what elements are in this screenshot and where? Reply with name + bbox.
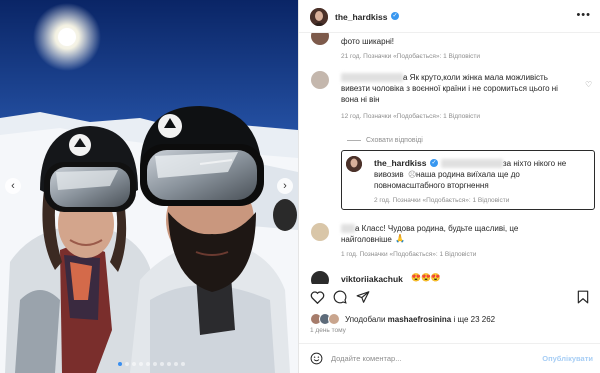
carousel-dot bbox=[118, 362, 122, 366]
comment-meta: 1 год. Позначки «Подобається»: 1 Відпові… bbox=[341, 251, 477, 258]
hide-replies-button[interactable]: Сховати відповіді bbox=[347, 137, 423, 144]
comment-text: фото шикарні! bbox=[341, 37, 394, 46]
comment-meta: 12 год. Позначки «Подобається»: 1 Відпов… bbox=[341, 113, 480, 120]
comments-list: фото шикарні! 21 год. Позначки «Подобаєт… bbox=[299, 33, 600, 284]
comment-input[interactable]: Додайте коментар... bbox=[331, 354, 401, 363]
avatar[interactable] bbox=[311, 71, 329, 89]
heart-icon[interactable]: ♡ bbox=[585, 80, 592, 89]
carousel-dot bbox=[167, 362, 171, 366]
post-timestamp: 1 день тому bbox=[310, 327, 346, 334]
avatar[interactable] bbox=[346, 156, 362, 172]
reply-meta: 2 год. Позначки «Подобається»: 1 Відпові… bbox=[374, 197, 510, 204]
hide-replies-label: Сховати відповіді bbox=[366, 137, 423, 144]
avatar-image bbox=[310, 8, 328, 26]
comment-text: вона ні він bbox=[341, 95, 380, 104]
carousel-prev-button[interactable]: ‹ bbox=[5, 178, 21, 194]
emoji-picker-icon[interactable] bbox=[310, 352, 323, 365]
carousel-dot bbox=[132, 362, 136, 366]
reply-text: вивозив bbox=[374, 170, 404, 179]
publish-button[interactable]: Опублікувати bbox=[542, 354, 593, 363]
likes-summary[interactable]: Уподобали mashaefrosinina і ще 23 262 bbox=[299, 312, 600, 326]
comment-text: вивезти чоловіка з воєнної країни і не с… bbox=[341, 84, 558, 93]
avatar-image bbox=[346, 156, 362, 172]
add-comment-bar: Додайте коментар... Опублікувати bbox=[299, 343, 600, 373]
avatar[interactable] bbox=[311, 271, 329, 284]
selfie-photo bbox=[0, 0, 298, 373]
avatar[interactable] bbox=[311, 33, 329, 45]
reply-text: наша родина виїхала ще до bbox=[416, 170, 520, 179]
carousel-dot bbox=[160, 362, 164, 366]
praying-hands-icon: 🙏 bbox=[395, 234, 405, 243]
heart-eyes-emoji-icon: 😍😍😍 bbox=[411, 273, 441, 282]
blurred-username bbox=[341, 224, 355, 233]
post-username[interactable]: the_hardkiss bbox=[335, 12, 387, 22]
carousel-indicator bbox=[118, 362, 185, 366]
comment-text: а Як круто,коли жінка мала можливість bbox=[403, 73, 548, 82]
comment-icon[interactable] bbox=[333, 290, 347, 304]
more-options-icon[interactable]: ••• bbox=[576, 9, 591, 21]
likes-user[interactable]: mashaefrosinina bbox=[388, 315, 452, 324]
post-sidebar: the_hardkiss ✓ ••• фото шикарні! 21 год.… bbox=[298, 0, 600, 373]
carousel-dot bbox=[181, 362, 185, 366]
carousel-dot bbox=[174, 362, 178, 366]
post-photo[interactable]: ‹ › bbox=[0, 0, 298, 373]
verified-badge-icon: ✓ bbox=[430, 159, 438, 167]
reply-username[interactable]: the_hardkiss bbox=[374, 158, 426, 168]
like-heart-icon[interactable] bbox=[310, 290, 325, 304]
post-actions bbox=[299, 284, 600, 312]
chevron-right-icon: › bbox=[283, 180, 287, 192]
carousel-next-button[interactable]: › bbox=[277, 178, 293, 194]
post-header: the_hardkiss ✓ ••• bbox=[299, 0, 600, 33]
carousel-dot bbox=[139, 362, 143, 366]
likes-suffix: і ще 23 262 bbox=[451, 315, 496, 324]
carousel-dot bbox=[146, 362, 150, 366]
blurred-mention bbox=[441, 159, 503, 168]
carousel-dot bbox=[153, 362, 157, 366]
blurred-username bbox=[341, 73, 403, 82]
chevron-left-icon: ‹ bbox=[11, 180, 15, 192]
save-bookmark-icon[interactable] bbox=[577, 290, 589, 304]
avatar bbox=[328, 313, 340, 325]
reply-text: повномасштабного вторгнення bbox=[374, 181, 489, 190]
avatar[interactable] bbox=[311, 223, 329, 241]
verified-badge-icon: ✓ bbox=[391, 12, 399, 20]
comment-username[interactable]: viktoriiakachuk bbox=[341, 274, 403, 284]
reply-text: за ніхто нікого не bbox=[503, 159, 567, 168]
comment-text: найголовніше bbox=[341, 235, 392, 244]
likes-prefix: Уподобали bbox=[345, 315, 388, 324]
comment-meta: 21 год. Позначки «Подобається»: 1 Відпов… bbox=[341, 53, 480, 60]
likes-text: Уподобали mashaefrosinina і ще 23 262 bbox=[345, 315, 495, 324]
avatar[interactable] bbox=[310, 8, 328, 26]
comment-text: а Класс! Чудова родина, будьте щасливі, … bbox=[355, 224, 519, 233]
divider bbox=[347, 139, 361, 141]
share-icon[interactable] bbox=[356, 290, 370, 304]
carousel-dot bbox=[125, 362, 129, 366]
